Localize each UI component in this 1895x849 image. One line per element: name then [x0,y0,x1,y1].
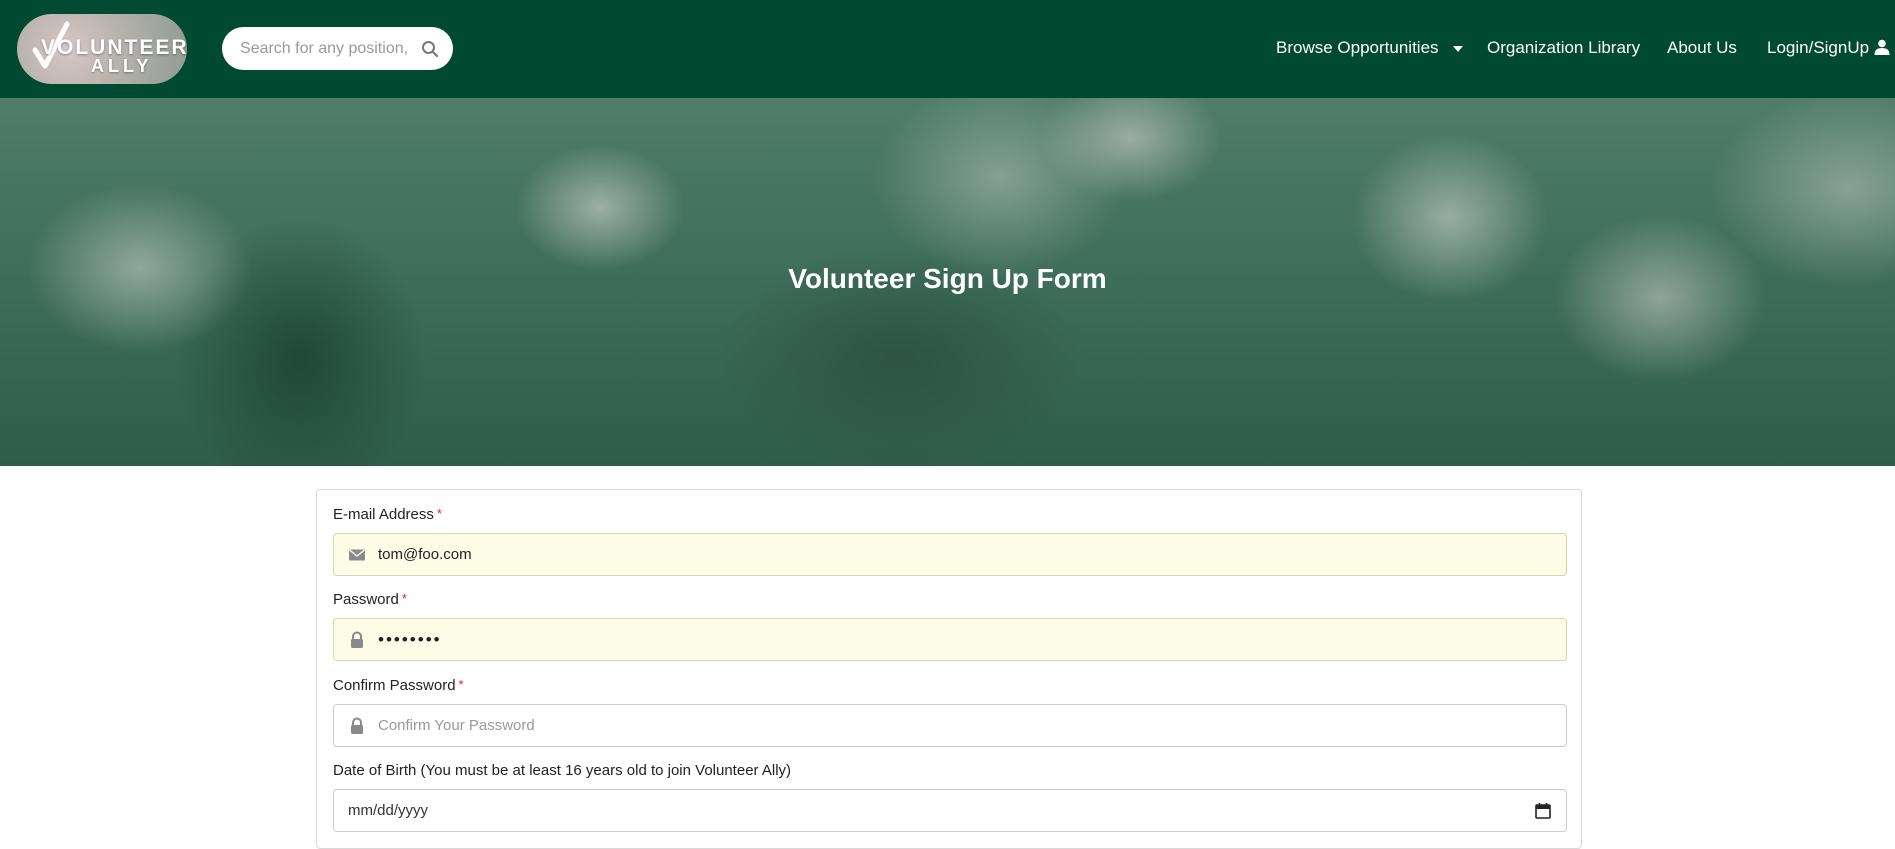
volunteer-ally-logo[interactable]: VOLUNTEER ALLY [17,14,187,84]
user-icon [1874,39,1890,55]
lock-icon [351,717,363,734]
email-value: tom@foo.com [378,546,472,563]
password-field[interactable]: •••••••• [333,618,1567,661]
email-label: E-mail Address * [333,506,442,523]
page-title: Volunteer Sign Up Form [788,263,1107,294]
nav-organization-library[interactable]: Organization Library [1487,38,1640,58]
search-bar [222,27,453,70]
password-label: Password * [333,591,407,608]
dob-placeholder: mm/dd/yyyy [348,802,429,819]
password-value: •••••••• [378,629,442,649]
confirm-password-label-text: Confirm Password [333,677,456,694]
search-icon[interactable] [421,40,439,58]
required-mark: * [401,591,407,606]
nav-browse-label: Browse Opportunities [1276,38,1439,57]
search-input[interactable] [238,38,415,59]
confirm-password-placeholder: Confirm Your Password [378,717,535,734]
required-mark: * [436,506,442,521]
nav-browse-opportunities[interactable]: Browse Opportunities [1276,38,1464,58]
nav-login-signup[interactable]: Login/SignUp [1767,38,1890,58]
nav-login-label: Login/SignUp [1767,38,1870,57]
nav-about-us[interactable]: About Us [1667,38,1737,58]
dob-label: Date of Birth (You must be at least 16 y… [333,762,792,779]
email-label-text: E-mail Address [333,506,434,523]
logo-text-line2: ALLY [91,56,153,76]
password-label-text: Password [333,591,399,608]
lock-icon [351,631,363,648]
required-mark: * [458,677,464,692]
top-navbar: VOLUNTEER ALLY Browse Opportunities Orga… [0,0,1895,98]
confirm-password-field[interactable]: Confirm Your Password [333,704,1567,747]
date-of-birth-field[interactable]: mm/dd/yyyy [333,789,1567,832]
signup-form-card: E-mail Address * tom@foo.com Password * ••… [316,489,1582,849]
email-field[interactable]: tom@foo.com [333,533,1567,576]
envelope-icon [349,548,365,560]
confirm-password-label: Confirm Password * [333,677,464,694]
caret-down-icon [1453,45,1464,52]
calendar-icon[interactable] [1534,802,1552,820]
hero-banner: Volunteer Sign Up Form [0,98,1895,466]
